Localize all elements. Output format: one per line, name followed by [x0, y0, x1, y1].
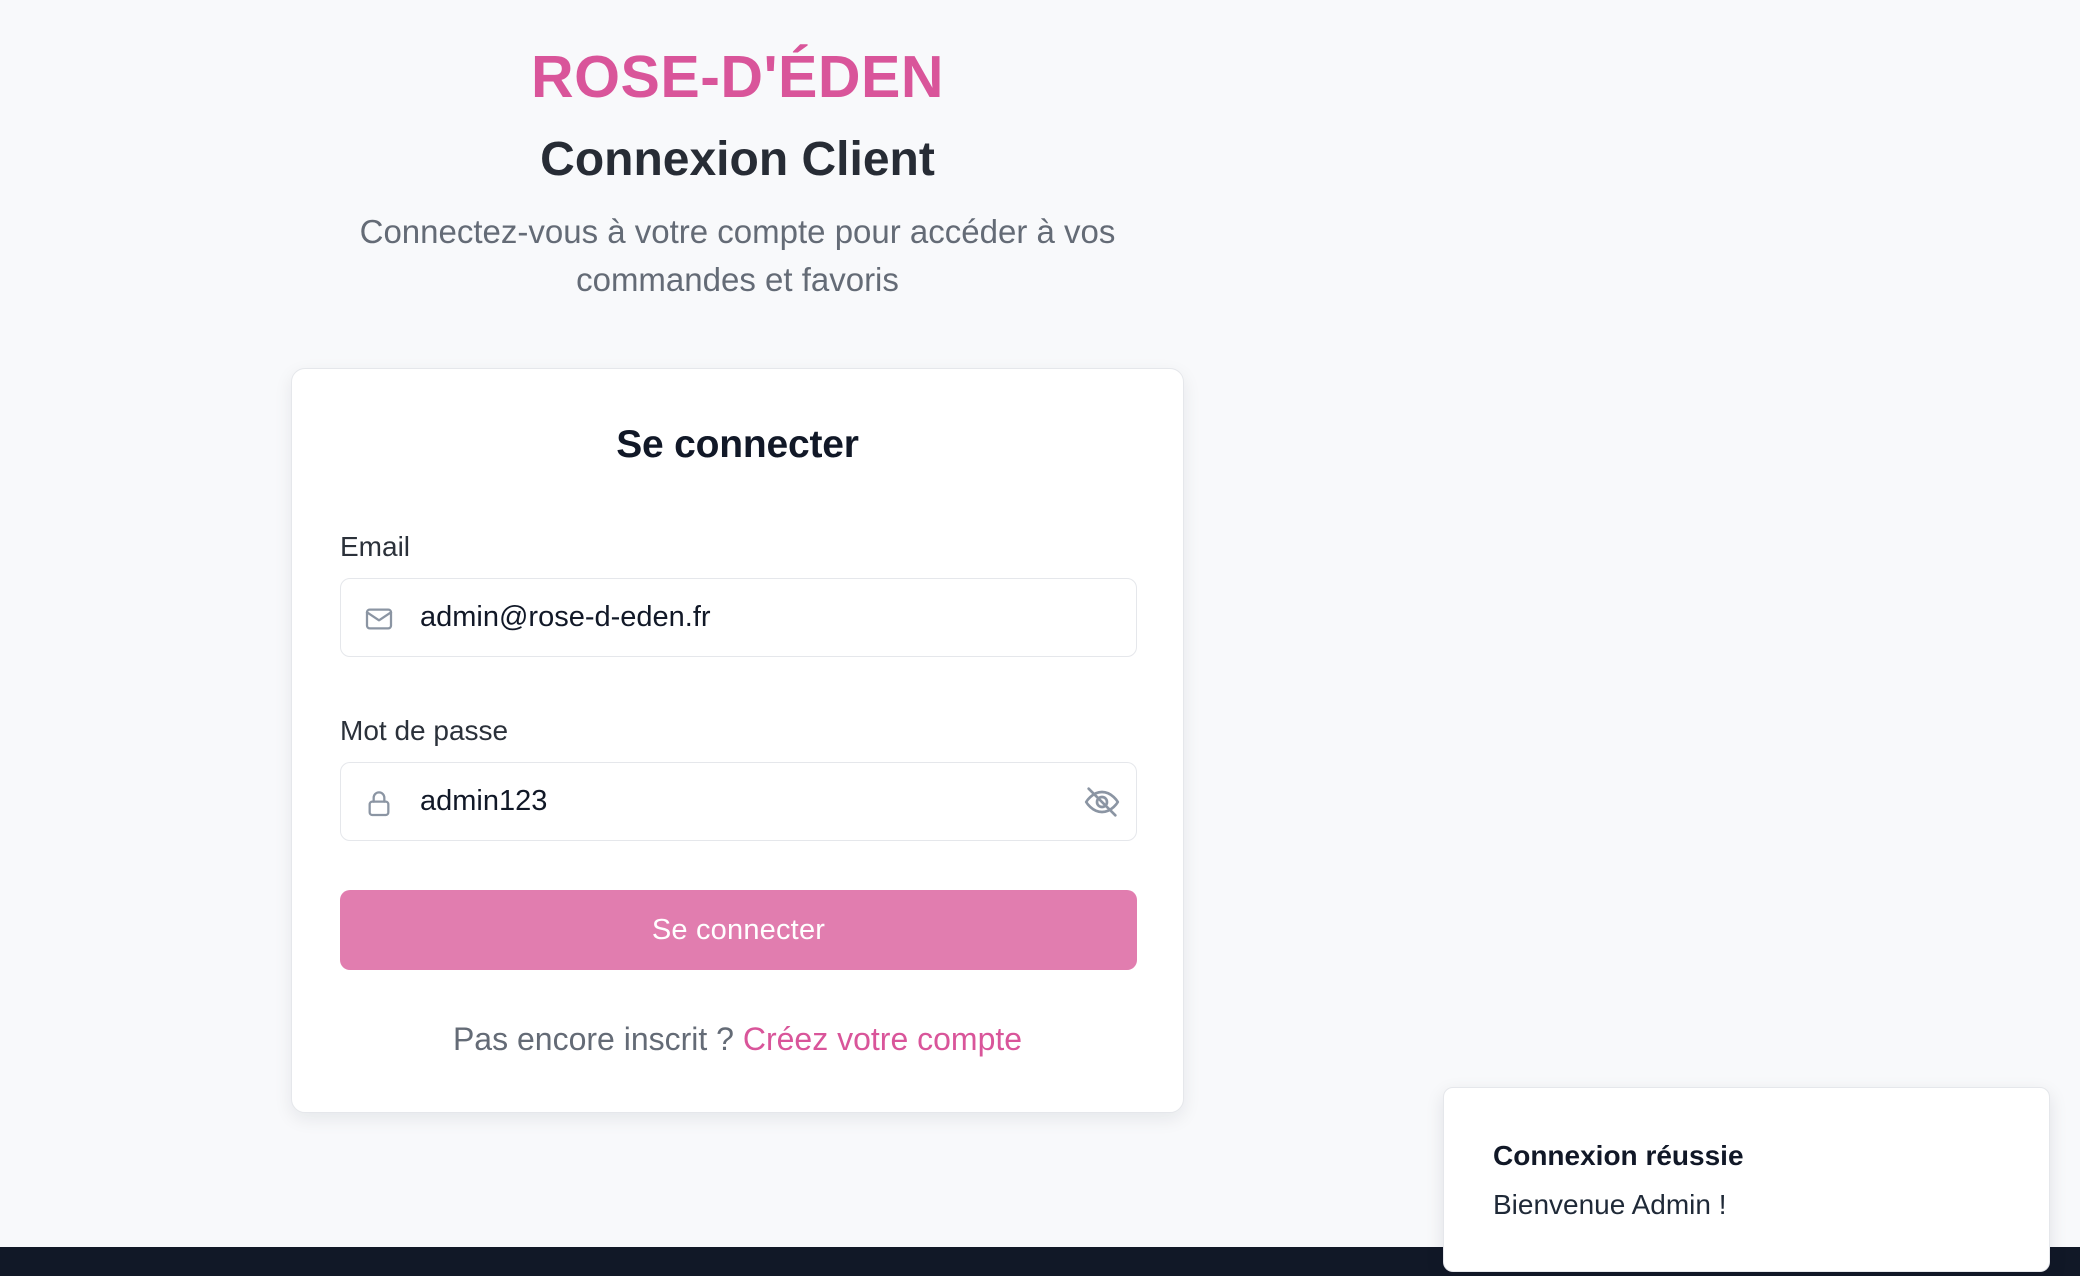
login-form-title: Se connecter [616, 423, 859, 466]
register-prompt-text: Pas encore inscrit ? [452, 1021, 734, 1057]
password-label: Mot de passe [340, 715, 509, 746]
page-title: Connexion Client [540, 133, 935, 186]
brand-logo[interactable]: ROSE-D'ÉDEN [290, 36, 1185, 118]
login-card: Se connecter Email Mot de passe [291, 368, 1184, 1113]
login-page: ROSE-D'ÉDEN Connexion Client Connectez-v… [0, 0, 2080, 1276]
mail-icon [363, 603, 395, 635]
register-prompt-line: Pas encore inscrit ? Créez votre compte [292, 1021, 1183, 1058]
password-field-container[interactable] [340, 762, 1137, 841]
toggle-password-visibility-button[interactable] [1082, 782, 1122, 822]
success-toast: Connexion réussie Bienvenue Admin ! [1443, 1087, 2050, 1272]
email-field-container[interactable] [340, 578, 1137, 657]
eye-off-icon [1082, 787, 1122, 825]
email-input[interactable] [420, 579, 1020, 656]
page-subtitle: Connectez-vous à votre compte pour accéd… [359, 213, 1116, 298]
login-header: ROSE-D'ÉDEN Connexion Client Connectez-v… [290, 36, 1185, 304]
lock-icon [363, 787, 395, 819]
email-label: Email [340, 531, 411, 562]
toast-title: Connexion réussie [1493, 1140, 1744, 1171]
create-account-link[interactable]: Créez votre compte [743, 1021, 1022, 1057]
toast-message: Bienvenue Admin ! [1493, 1189, 1727, 1220]
password-input[interactable] [420, 763, 1020, 840]
login-submit-button[interactable]: Se connecter [340, 890, 1137, 970]
